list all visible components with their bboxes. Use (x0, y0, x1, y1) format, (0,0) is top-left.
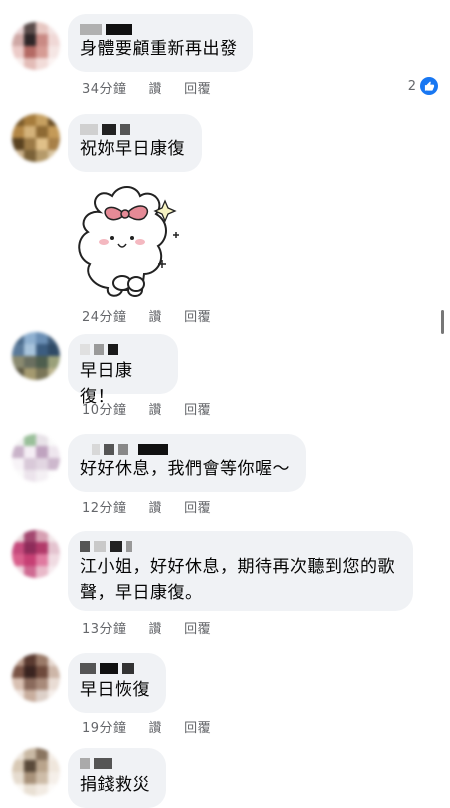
redacted-author-name[interactable] (80, 756, 154, 770)
redacted-author-name[interactable] (80, 22, 241, 36)
redacted-author-name[interactable] (80, 539, 401, 553)
avatar[interactable] (12, 332, 60, 380)
reply-button[interactable]: 回覆 (184, 497, 211, 516)
reaction-count: 2 (407, 78, 416, 94)
timestamp: 34分鐘 (82, 82, 127, 97)
reply-button[interactable]: 回覆 (184, 717, 211, 736)
like-button[interactable]: 讚 (149, 618, 163, 637)
comment-meta: 13分鐘 讚 回覆 (82, 618, 211, 637)
timestamp: 24分鐘 (82, 310, 127, 325)
comment-text: 祝妳早日康復 (80, 139, 185, 159)
avatar[interactable] (12, 530, 60, 578)
comment-bubble[interactable]: 身體要顧重新再出發 (68, 14, 253, 72)
bunny-sticker[interactable] (70, 182, 200, 307)
avatar[interactable] (12, 22, 60, 70)
reply-button[interactable]: 回覆 (184, 399, 211, 418)
comment-text: 江小姐，好好休息，期待再次聽到您的歌聲，早日康復。 (80, 557, 395, 603)
redacted-author-name[interactable] (80, 122, 190, 136)
comment-bubble[interactable]: 祝妳早日康復 (68, 114, 202, 172)
avatar[interactable] (12, 654, 60, 702)
comment-meta: 12分鐘 讚 回覆 (82, 497, 211, 516)
comment-bubble[interactable]: 好好休息，我們會等你喔～ (68, 434, 306, 492)
comment-meta: 34分鐘 讚 回覆 (82, 78, 211, 97)
avatar[interactable] (12, 748, 60, 796)
redacted-author-name[interactable] (80, 661, 154, 675)
reply-button[interactable]: 回覆 (184, 78, 211, 97)
timestamp: 13分鐘 (82, 622, 127, 637)
scrollbar[interactable] (441, 310, 444, 334)
comment-bubble[interactable]: 捐錢救災 (68, 748, 166, 808)
reply-button[interactable]: 回覆 (184, 618, 211, 637)
comment-bubble[interactable]: 江小姐，好好休息，期待再次聽到您的歌聲，早日康復。 (68, 531, 413, 611)
avatar[interactable] (12, 114, 60, 162)
comment-text: 身體要顧重新再出發 (80, 39, 238, 59)
comment-text: 捐錢救災 (80, 775, 150, 795)
comment-meta: 10分鐘 讚 回覆 (82, 399, 211, 418)
reaction-summary[interactable]: 2 (408, 77, 438, 95)
avatar[interactable] (12, 434, 60, 482)
comment-bubble[interactable]: 早日恢復 (68, 653, 166, 713)
comment-text: 早日恢復 (80, 680, 150, 700)
timestamp: 12分鐘 (82, 501, 127, 516)
timestamp: 10分鐘 (82, 403, 127, 418)
comment-bubble[interactable]: 早日康復！ (68, 334, 178, 407)
reply-button[interactable]: 回覆 (184, 306, 211, 325)
like-button[interactable]: 讚 (149, 399, 163, 418)
redacted-author-name[interactable] (80, 342, 166, 356)
comment-text: 好好休息，我們會等你喔～ (80, 459, 290, 479)
like-button[interactable]: 讚 (149, 306, 163, 325)
comment-meta: 19分鐘 讚 回覆 (82, 717, 211, 736)
like-button[interactable]: 讚 (149, 497, 163, 516)
redacted-author-name[interactable] (80, 442, 294, 456)
comment-meta: 24分鐘 讚 回覆 (82, 306, 211, 325)
timestamp: 19分鐘 (82, 721, 127, 736)
like-button[interactable]: 讚 (149, 78, 163, 97)
like-reaction-icon (420, 77, 438, 95)
like-button[interactable]: 讚 (149, 717, 163, 736)
